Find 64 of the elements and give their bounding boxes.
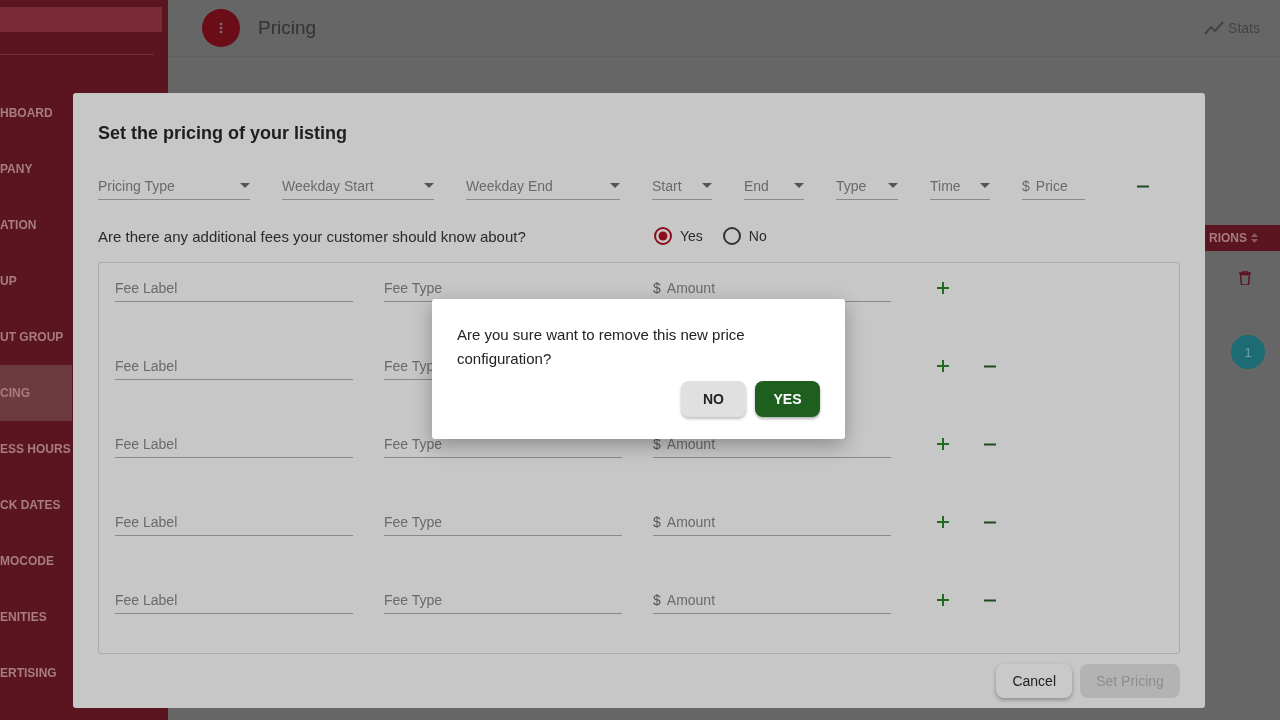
sidebar-item[interactable]: PANY <box>0 141 72 197</box>
confirm-message: Are you sure want to remove this new price configuration? <box>457 325 746 369</box>
plus-icon[interactable] <box>935 358 951 374</box>
plus-icon[interactable] <box>935 436 951 452</box>
minus-icon[interactable] <box>982 598 998 602</box>
fees-question: Are there any additional fees your customer should know about? <box>98 227 527 245</box>
sidebar-item[interactable]: ESS HOURS <box>0 421 72 477</box>
amount-field[interactable]: Amount <box>666 431 867 457</box>
dropdown-field[interactable]: Type <box>836 174 898 200</box>
caret-icon <box>610 183 620 188</box>
sidebar-item[interactable]: ATION <box>0 197 72 253</box>
sidebar-item[interactable]: CING <box>0 365 72 421</box>
amount-field[interactable]: Amount <box>666 509 867 535</box>
fee-label-field[interactable]: Fee Label <box>115 353 353 380</box>
radio-option[interactable]: No <box>722 227 767 245</box>
price-field[interactable]: $ Price <box>1022 174 1085 200</box>
sidebar-item[interactable]: CK DATES <box>0 477 72 533</box>
amount-field[interactable]: Amount <box>666 275 867 301</box>
sidebar-item[interactable]: ERTISING <box>0 645 72 701</box>
dismiss-button[interactable]: NO <box>681 381 746 417</box>
dropdown-field[interactable]: Pricing Type <box>98 174 250 200</box>
dropdown-field[interactable]: Time <box>930 174 990 200</box>
minus-icon[interactable] <box>1135 185 1151 188</box>
dropdown-field[interactable]: Weekday End <box>466 174 620 200</box>
fee-type-field[interactable]: Fee Type <box>384 509 622 536</box>
plus-icon[interactable] <box>935 280 951 296</box>
fee-label-field[interactable]: Fee Label <box>115 587 353 614</box>
caret-icon <box>240 183 250 188</box>
page-number[interactable]: 1 <box>1231 335 1265 369</box>
caret-icon <box>888 183 898 188</box>
plus-icon[interactable] <box>935 514 951 530</box>
fee-label-field[interactable]: Fee Label <box>115 509 353 536</box>
currency-symbol: $ <box>653 280 661 296</box>
minus-icon[interactable] <box>982 520 998 524</box>
dialog-title: Set the pricing of your listing <box>98 123 348 144</box>
minus-icon[interactable] <box>982 364 998 368</box>
cancel-button[interactable]: Cancel <box>996 664 1072 698</box>
sidebar-item[interactable]: UT GROUP <box>0 309 72 365</box>
plus-icon[interactable] <box>935 592 951 608</box>
sort-icon[interactable] <box>1251 233 1258 243</box>
sidebar-item[interactable]: MOCODE <box>0 533 72 589</box>
confirm-button[interactable]: YES <box>755 381 820 417</box>
fee-type-field[interactable]: Fee Type <box>384 587 622 614</box>
currency-symbol: $ <box>653 592 661 608</box>
dropdown-field[interactable]: End <box>744 174 804 200</box>
caret-icon <box>794 183 804 188</box>
minus-icon[interactable] <box>982 442 998 446</box>
sidebar-item[interactable]: ENITIES <box>0 589 72 645</box>
caret-icon <box>702 183 712 188</box>
sidebar-item[interactable]: UP <box>0 253 72 309</box>
caret-icon <box>980 183 990 188</box>
dropdown-field[interactable]: Start <box>652 174 712 200</box>
sidebar-item[interactable]: HBOARD <box>0 85 72 141</box>
amount-field[interactable]: Amount <box>666 587 867 613</box>
dropdown-field[interactable]: Weekday Start <box>282 174 434 200</box>
caret-icon <box>424 183 434 188</box>
fee-label-field[interactable]: Fee Label <box>115 275 353 302</box>
table-header[interactable]: RIONS <box>1205 225 1280 251</box>
currency-symbol: $ <box>653 436 661 452</box>
trash-icon[interactable] <box>1239 271 1251 285</box>
radio-option[interactable]: Yes <box>654 227 703 245</box>
menu-icon[interactable] <box>202 9 240 47</box>
currency-symbol: $ <box>653 514 661 530</box>
fee-label-field[interactable]: Fee Label <box>115 431 353 458</box>
